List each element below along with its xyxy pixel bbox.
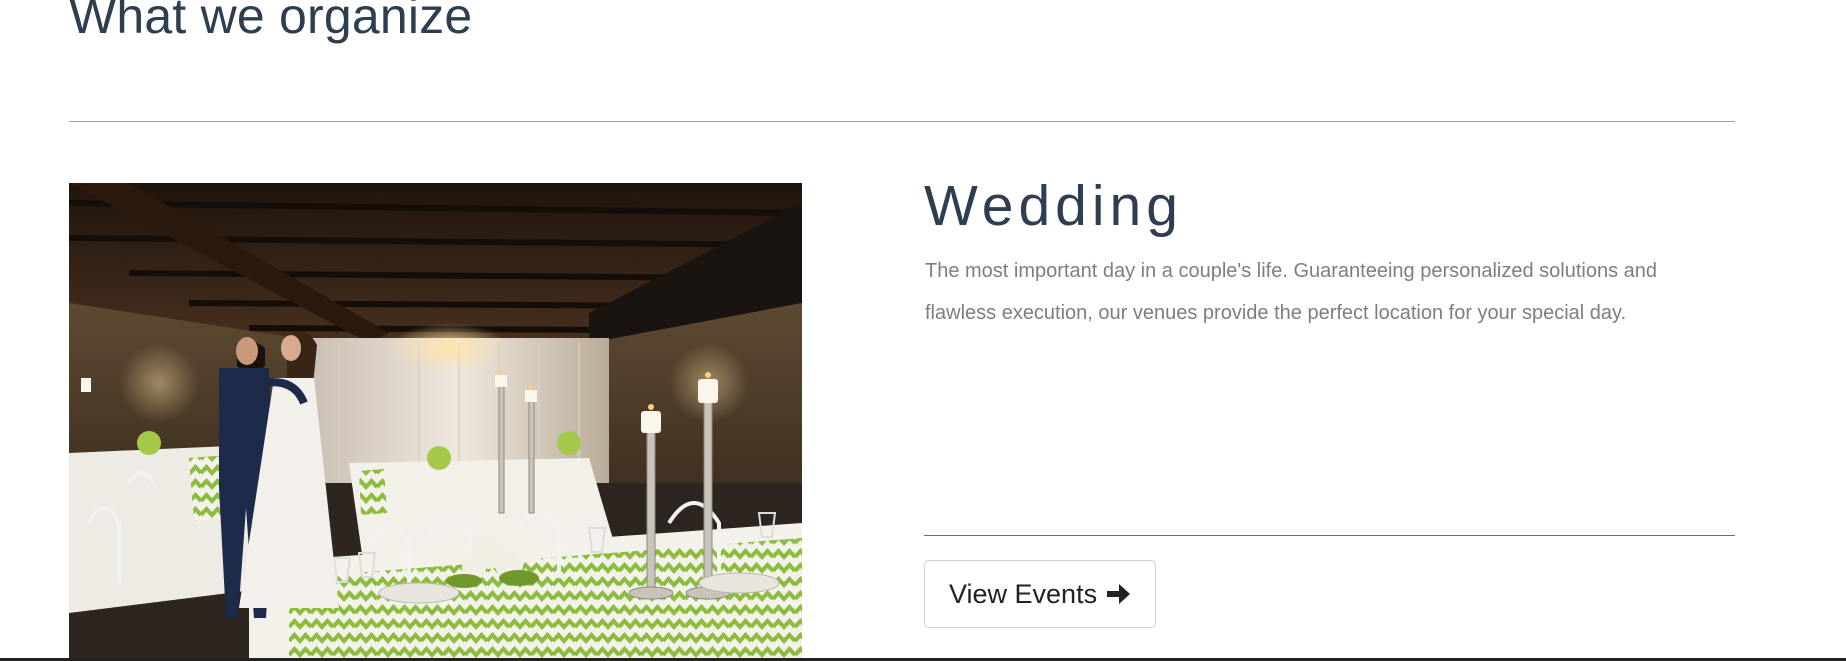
event-description: The most important day in a couple's lif…	[925, 260, 1658, 324]
page: What we organize Wedding The most import…	[0, 0, 1846, 661]
event-image	[69, 183, 802, 661]
section-title: What we organize	[69, 0, 473, 44]
view-events-label: View Events	[949, 578, 1098, 609]
card-divider	[924, 535, 1735, 536]
view-events-button[interactable]: View Events	[924, 560, 1157, 628]
event-title: Wedding	[924, 174, 1183, 238]
arrow-right-icon	[1105, 583, 1131, 605]
section-divider	[69, 121, 1735, 122]
